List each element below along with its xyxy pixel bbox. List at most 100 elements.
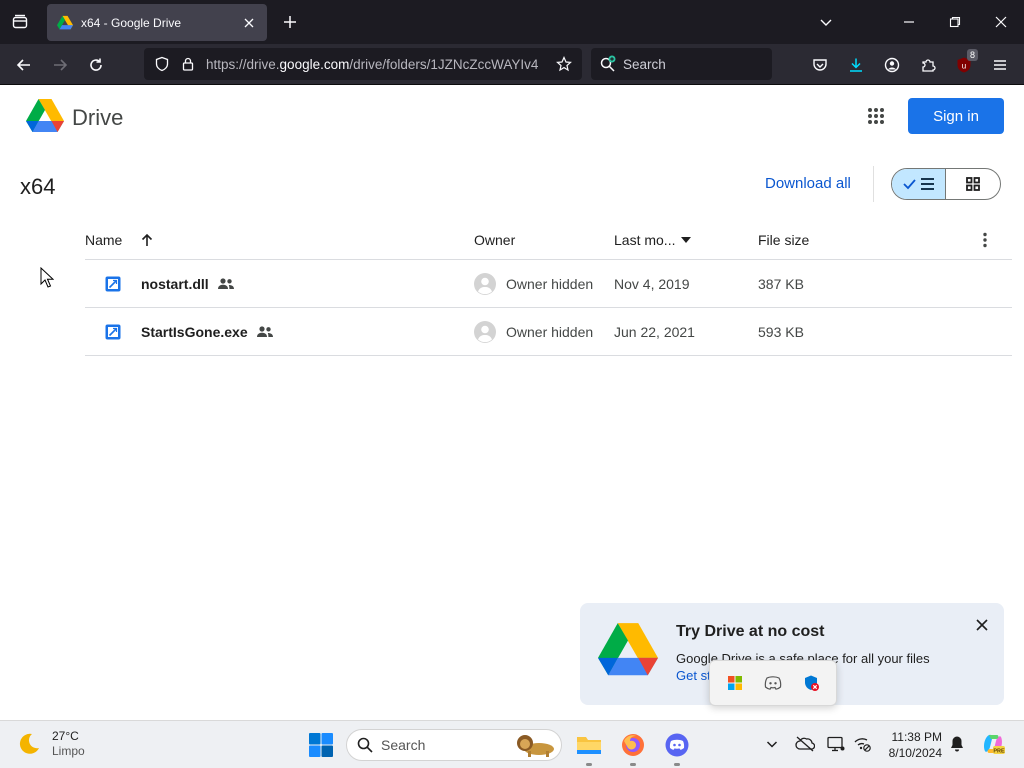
column-last-modified-label: Last mo... <box>614 232 676 248</box>
modified-cell: Jun 22, 2021 <box>614 324 695 340</box>
shared-people-icon <box>217 277 235 291</box>
ublock-origin-icon[interactable]: u 8 <box>952 49 978 77</box>
file-type-icon <box>105 260 121 308</box>
column-owner-label: Owner <box>474 232 516 248</box>
microsoft-store-icon[interactable] <box>724 672 746 694</box>
avatar <box>474 321 496 343</box>
tab-close-icon[interactable] <box>241 15 257 31</box>
show-hidden-icons-chevron[interactable] <box>761 733 783 755</box>
file-name-cell[interactable]: nostart.dll <box>141 260 235 308</box>
onedrive-offline-icon[interactable] <box>794 733 816 755</box>
network-no-internet-icon[interactable] <box>851 733 873 755</box>
address-bar[interactable]: https://drive.google.com/drive/folders/1… <box>144 48 582 80</box>
more-options-kebab-icon[interactable] <box>975 230 995 250</box>
folder-title: x64 <box>20 174 56 199</box>
table-header: Name Owner Last mo... File size <box>85 220 1012 260</box>
clock-time: 11:38 PM <box>891 730 942 744</box>
weather-widget[interactable]: 27°C Limpo <box>16 729 85 759</box>
size-cell: 593 KB <box>758 324 804 340</box>
caret-down-icon[interactable] <box>681 237 692 243</box>
lock-icon[interactable] <box>180 56 196 72</box>
tab-list-icon[interactable] <box>8 10 32 34</box>
view-toggle <box>891 168 1001 200</box>
list-all-tabs-chevron-icon[interactable] <box>814 10 838 34</box>
minimize-icon[interactable] <box>897 10 921 34</box>
file-name[interactable]: nostart.dll <box>141 276 209 292</box>
download-all-button[interactable]: Download all <box>765 175 851 192</box>
close-window-icon[interactable] <box>989 10 1013 34</box>
reload-icon[interactable] <box>84 53 108 77</box>
promo-close-icon[interactable] <box>972 615 992 635</box>
drive-app-name[interactable]: Drive <box>72 105 123 131</box>
svg-text:u: u <box>962 62 966 71</box>
back-arrow-icon[interactable] <box>12 53 36 77</box>
grid-view-button[interactable] <box>946 169 1000 199</box>
table-row[interactable]: nostart.dll Owner hidden Nov 4, 2019 387… <box>85 260 1012 308</box>
windows-start-icon[interactable] <box>308 732 334 758</box>
moon-weather-icon <box>16 731 42 757</box>
size-cell: 387 KB <box>758 276 804 292</box>
google-apps-grid-icon[interactable] <box>864 104 888 128</box>
list-view-button[interactable] <box>892 169 947 199</box>
extensions-icon[interactable] <box>916 53 940 77</box>
pocket-icon[interactable] <box>808 53 832 77</box>
system-clock[interactable]: 11:38 PM 8/10/2024 <box>880 729 942 761</box>
promo-get-started-link[interactable]: Get st <box>676 668 711 683</box>
promo-title: Try Drive at no cost <box>676 623 825 640</box>
tab-title: x64 - Google Drive <box>81 15 182 30</box>
extension-badge: 8 <box>966 49 978 61</box>
browser-tab-bar: x64 - Google Drive <box>0 0 1024 44</box>
sign-in-button[interactable]: Sign in <box>908 98 1004 134</box>
file-type-icon <box>105 308 121 356</box>
browser-tab-active[interactable]: x64 - Google Drive <box>47 4 267 41</box>
browser-search-box[interactable]: Search <box>591 48 772 80</box>
file-explorer-icon[interactable] <box>575 731 603 766</box>
column-name-label: Name <box>85 232 123 248</box>
app-running-indicator <box>630 763 636 766</box>
drive-logo-icon[interactable] <box>26 99 64 133</box>
owner-cell: Owner hidden <box>474 260 593 308</box>
downloads-icon[interactable] <box>844 53 868 77</box>
file-name-cell[interactable]: StartIsGone.exe <box>141 308 274 356</box>
shared-people-icon <box>256 325 274 339</box>
table-row[interactable]: StartIsGone.exe Owner hidden Jun 22, 202… <box>85 308 1012 356</box>
search-highlight-lion-icon <box>513 732 557 758</box>
file-name[interactable]: StartIsGone.exe <box>141 324 248 340</box>
copilot-icon[interactable]: PRE <box>980 731 1006 757</box>
weather-temp: 27°C <box>52 729 79 743</box>
tracking-shield-icon[interactable] <box>152 54 172 74</box>
weather-condition: Limpo <box>52 744 85 758</box>
search-icon <box>357 737 373 753</box>
owner-cell: Owner hidden <box>474 308 593 356</box>
column-name[interactable]: Name <box>85 232 154 248</box>
url-text[interactable]: https://drive.google.com/drive/folders/1… <box>206 57 542 72</box>
column-owner[interactable]: Owner <box>474 232 515 248</box>
browser-search-label: Search <box>623 56 666 72</box>
toolbar-divider <box>873 166 874 202</box>
discord-tray-icon[interactable] <box>762 672 784 694</box>
security-alert-icon[interactable] <box>800 672 822 694</box>
sort-ascending-arrow-icon[interactable] <box>140 233 154 247</box>
column-last-modified[interactable]: Last mo... <box>614 232 692 248</box>
drive-header: Drive Sign in <box>0 85 1024 149</box>
bookmark-star-icon[interactable] <box>554 54 574 74</box>
svg-text:PRE: PRE <box>993 749 1005 755</box>
restore-icon[interactable] <box>943 10 967 34</box>
clock-date: 8/10/2024 <box>888 746 942 760</box>
column-file-size[interactable]: File size <box>758 232 809 248</box>
firefox-icon[interactable] <box>619 731 647 766</box>
avatar <box>474 273 496 295</box>
account-icon[interactable] <box>880 53 904 77</box>
notification-bell-icon[interactable] <box>946 733 968 755</box>
discord-icon[interactable] <box>663 731 691 766</box>
owner-name: Owner hidden <box>506 324 594 340</box>
drive-favicon-icon <box>57 15 73 31</box>
owner-name: Owner hidden <box>506 276 594 292</box>
display-icon[interactable] <box>825 733 847 755</box>
taskbar-search-box[interactable]: Search <box>346 729 562 761</box>
tray-overflow-popup <box>709 660 837 706</box>
app-running-indicator <box>586 763 592 766</box>
new-tab-icon[interactable] <box>280 12 300 32</box>
forward-arrow-icon[interactable] <box>48 53 72 77</box>
hamburger-menu-icon[interactable] <box>988 53 1012 77</box>
